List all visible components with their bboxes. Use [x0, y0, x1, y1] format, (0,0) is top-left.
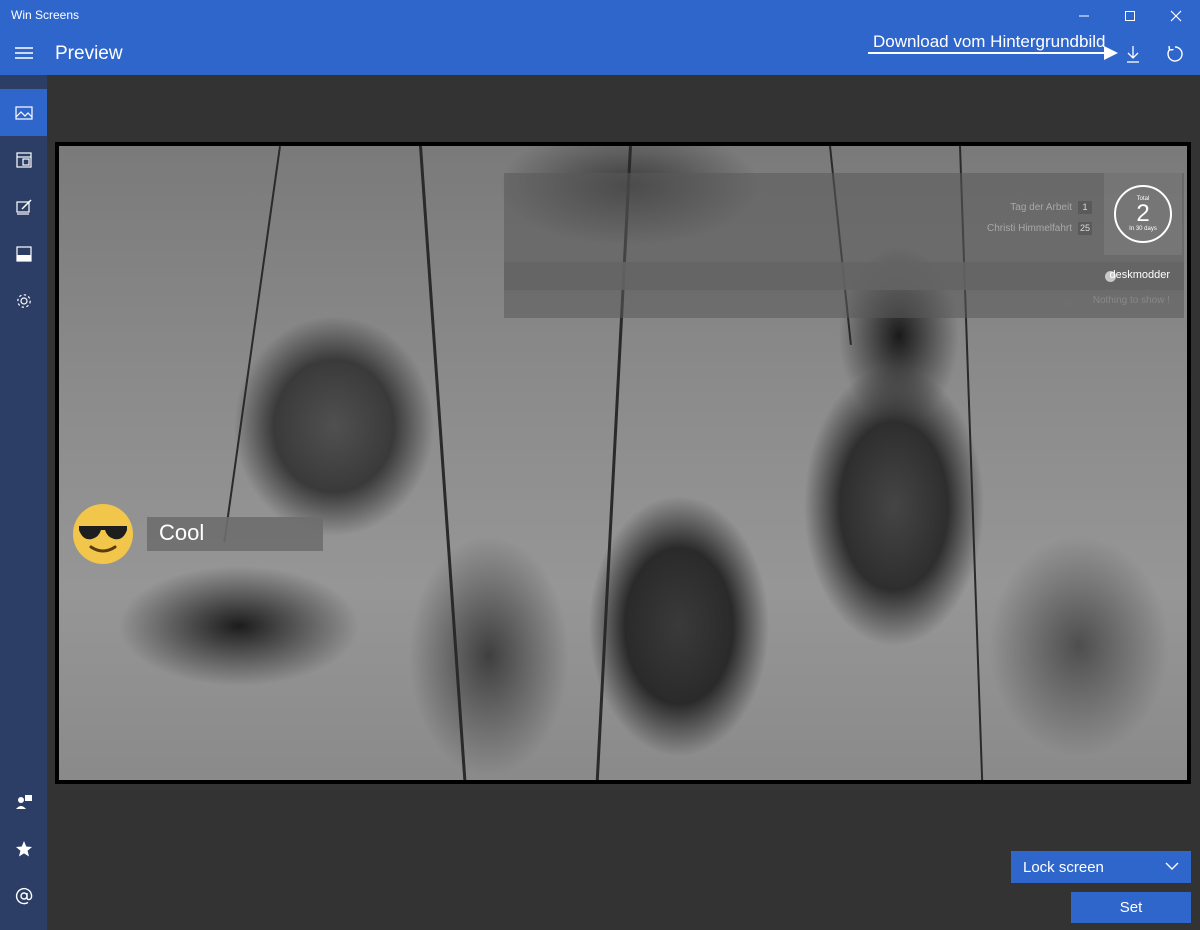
total-value: 2	[1136, 200, 1150, 227]
layout-icon	[15, 151, 32, 168]
branch	[223, 146, 281, 543]
download-icon	[1127, 46, 1139, 63]
wallpaper-preview: Tag der Arbeit 1 Christi Himmelfahrt 25 …	[55, 142, 1191, 784]
sidebar-item-edit[interactable]	[0, 183, 47, 230]
total-circle: Total 2 In 30 days	[1114, 185, 1172, 243]
page-title: Preview	[55, 43, 123, 64]
notification-source: deskmodder	[1109, 269, 1170, 281]
mood-label: Cool	[147, 517, 323, 551]
notification-empty-text: Nothing to show !	[1092, 295, 1170, 306]
minimize-button[interactable]	[1061, 0, 1107, 31]
holiday-row: Christi Himmelfahrt 25	[987, 220, 1092, 236]
screen-select[interactable]: Lock screen	[1011, 851, 1191, 883]
empty-dot	[1063, 297, 1074, 308]
holiday-row: Tag der Arbeit 1	[1010, 199, 1092, 215]
at-icon	[15, 887, 32, 904]
holiday-name: Christi Himmelfahrt	[986, 222, 1072, 234]
sunglasses-emoji-icon	[73, 504, 133, 564]
total-sub: In 30 days	[1129, 226, 1157, 232]
app-title: Win Screens	[11, 8, 80, 22]
hamburger-icon	[14, 47, 33, 59]
sidebar-item-rate[interactable]	[0, 825, 47, 872]
feedback-icon	[15, 794, 32, 809]
refresh-icon	[1167, 45, 1183, 62]
sidebar-item-settings[interactable]	[0, 277, 47, 324]
sidebar-item-contact[interactable]	[0, 872, 47, 919]
app-header: Preview Download vom Hintergrundbild	[0, 31, 1200, 75]
menu-button[interactable]	[0, 31, 47, 75]
maximize-button[interactable]	[1107, 0, 1153, 31]
star-icon	[15, 840, 32, 856]
edit-icon	[15, 198, 32, 215]
maximize-icon	[1125, 10, 1135, 21]
holiday-days-badge: 25	[1078, 221, 1092, 235]
annotation-arrow	[868, 46, 1118, 60]
sidebar-item-panel[interactable]	[0, 230, 47, 277]
image-icon	[14, 105, 33, 120]
sidebar	[0, 75, 47, 930]
notification-row: deskmodder	[504, 262, 1184, 290]
sidebar-item-layout[interactable]	[0, 136, 47, 183]
refresh-button[interactable]	[1158, 37, 1192, 71]
holiday-days-badge: 1	[1078, 200, 1092, 214]
minimize-icon	[1079, 15, 1089, 16]
close-icon	[1170, 10, 1182, 21]
sidebar-item-feedback[interactable]	[0, 778, 47, 825]
screen-select-value: Lock screen	[1023, 858, 1104, 876]
sidebar-item-preview[interactable]	[0, 89, 47, 136]
set-button[interactable]: Set	[1071, 892, 1191, 923]
close-button[interactable]	[1153, 0, 1199, 31]
chevron-down-icon	[1165, 862, 1179, 870]
title-bar: Win Screens	[0, 0, 1200, 31]
branch	[419, 146, 467, 780]
total-holidays-box: Total 2 In 30 days	[1104, 173, 1182, 255]
panel-icon	[15, 245, 32, 262]
download-button[interactable]	[1116, 37, 1150, 71]
gear-icon	[16, 293, 31, 308]
holiday-name: Tag der Arbeit	[1010, 201, 1072, 213]
info-widget: Tag der Arbeit 1 Christi Himmelfahrt 25 …	[504, 173, 1184, 318]
